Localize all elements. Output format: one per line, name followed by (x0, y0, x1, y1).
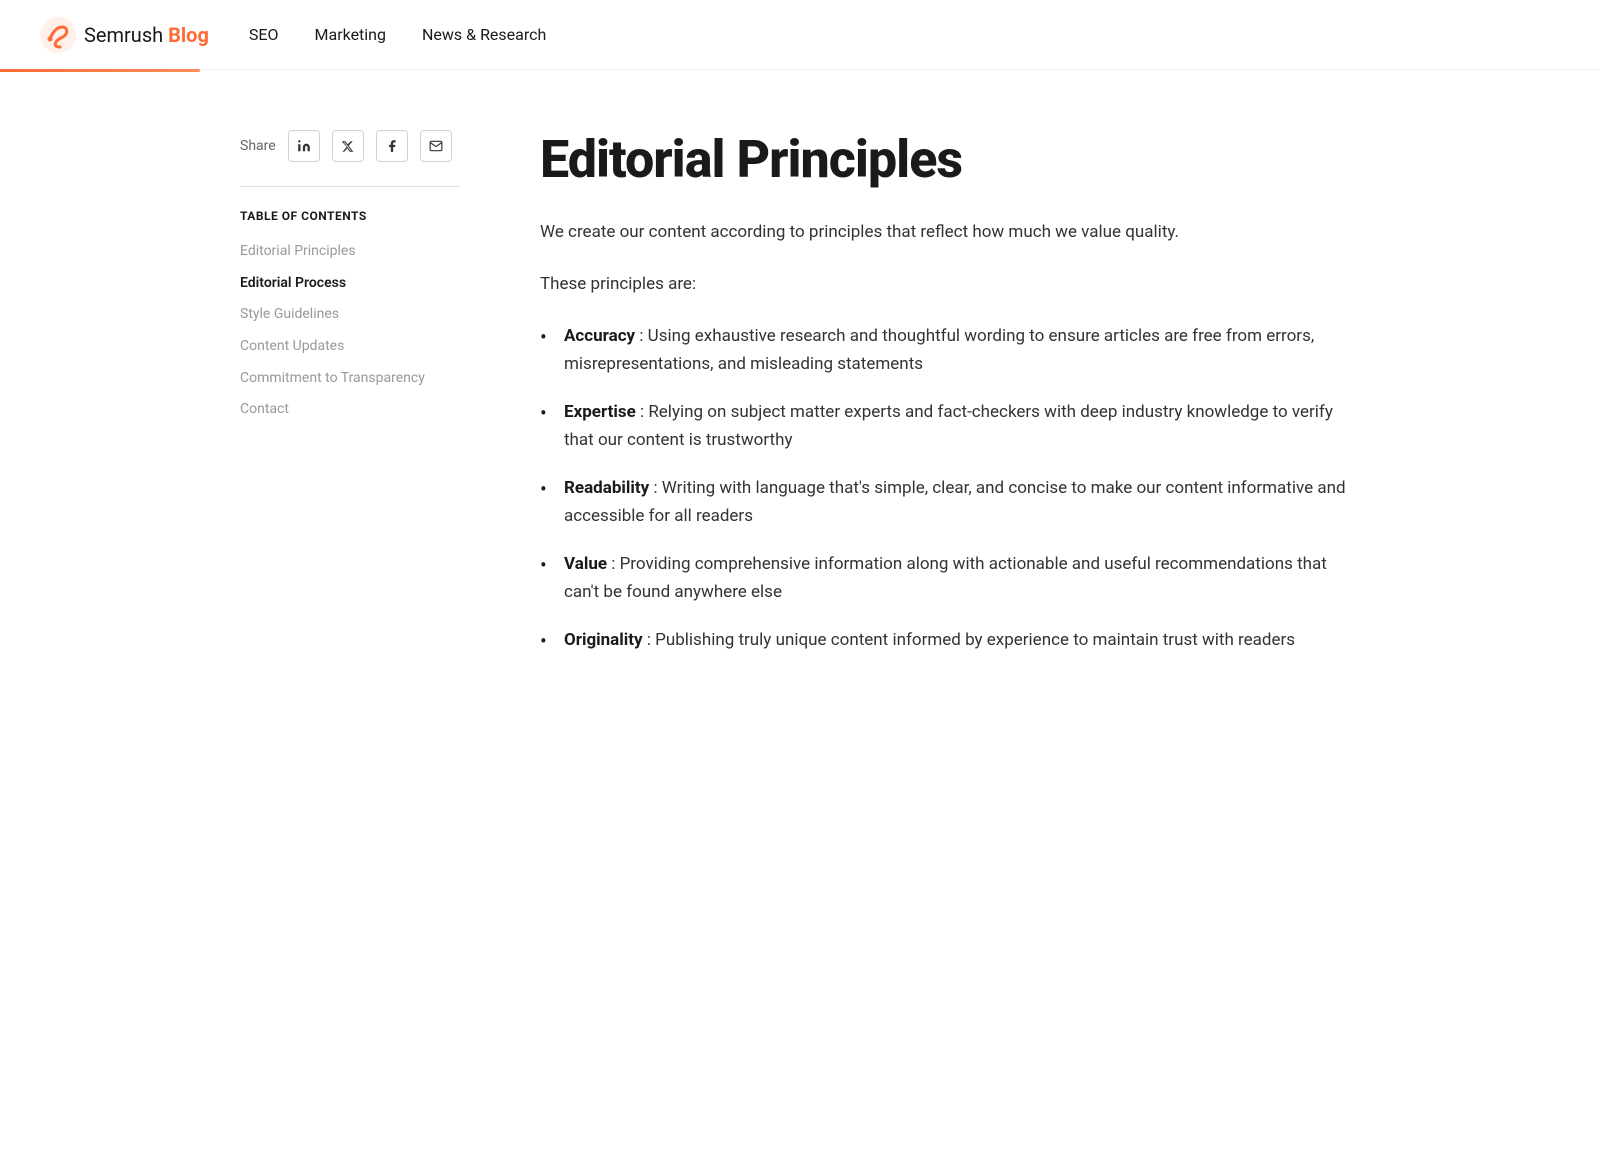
principle-value-text: : Providing comprehensive information al… (564, 554, 1327, 602)
x-twitter-icon (341, 140, 354, 153)
sidebar: Share (240, 130, 460, 654)
nav-seo[interactable]: SEO (249, 22, 279, 48)
logo-area: Semrush Blog (40, 17, 209, 53)
share-email-button[interactable] (420, 130, 452, 162)
toc-editorial-process[interactable]: Editorial Process (240, 274, 460, 294)
share-row: Share (240, 130, 460, 162)
share-label: Share (240, 135, 276, 157)
principle-expertise: Expertise : Relying on subject matter ex… (540, 398, 1360, 454)
principle-readability-text: : Writing with language that's simple, c… (564, 478, 1346, 526)
orange-accent-bar (0, 69, 200, 72)
facebook-icon (385, 139, 399, 153)
sidebar-divider (240, 186, 460, 187)
principle-originality-text: : Publishing truly unique content inform… (647, 630, 1295, 650)
principles-intro: These principles are: (540, 270, 1360, 298)
semrush-logo-icon (40, 17, 76, 53)
site-header: Semrush Blog SEO Marketing News & Resear… (0, 0, 1600, 70)
toc-list: Editorial Principles Editorial Process S… (240, 242, 460, 420)
linkedin-icon (297, 139, 311, 153)
principle-expertise-keyword: Expertise (564, 402, 636, 422)
principle-accuracy-keyword: Accuracy (564, 326, 635, 346)
principle-accuracy-text: : Using exhaustive research and thoughtf… (564, 326, 1314, 374)
page-layout: Share (200, 70, 1400, 714)
principle-readability: Readability : Writing with language that… (540, 474, 1360, 530)
toc-commitment-transparency[interactable]: Commitment to Transparency (240, 369, 460, 389)
intro-paragraph: We create our content according to princ… (540, 218, 1360, 246)
share-linkedin-button[interactable] (288, 130, 320, 162)
email-icon (429, 139, 443, 153)
toc-content-updates[interactable]: Content Updates (240, 337, 460, 357)
main-content: Editorial Principles We create our conte… (540, 130, 1360, 654)
principle-expertise-text: : Relying on subject matter experts and … (564, 402, 1333, 450)
toc-style-guidelines[interactable]: Style Guidelines (240, 305, 460, 325)
main-nav: SEO Marketing News & Research (249, 22, 546, 48)
page-title: Editorial Principles (540, 130, 1360, 190)
toc-contact[interactable]: Contact (240, 400, 460, 420)
principle-readability-keyword: Readability (564, 478, 649, 498)
principle-value-keyword: Value (564, 554, 607, 574)
share-x-button[interactable] (332, 130, 364, 162)
principle-originality: Originality : Publishing truly unique co… (540, 626, 1360, 654)
share-facebook-button[interactable] (376, 130, 408, 162)
toc-title: TABLE OF CONTENTS (240, 207, 460, 226)
principle-originality-keyword: Originality (564, 630, 643, 650)
principles-list: Accuracy : Using exhaustive research and… (540, 322, 1360, 654)
principle-value: Value : Providing comprehensive informat… (540, 550, 1360, 606)
toc-editorial-principles[interactable]: Editorial Principles (240, 242, 460, 262)
nav-marketing[interactable]: Marketing (315, 22, 386, 48)
principle-accuracy: Accuracy : Using exhaustive research and… (540, 322, 1360, 378)
nav-news-research[interactable]: News & Research (422, 22, 546, 48)
logo-text[interactable]: Semrush Blog (84, 19, 209, 51)
